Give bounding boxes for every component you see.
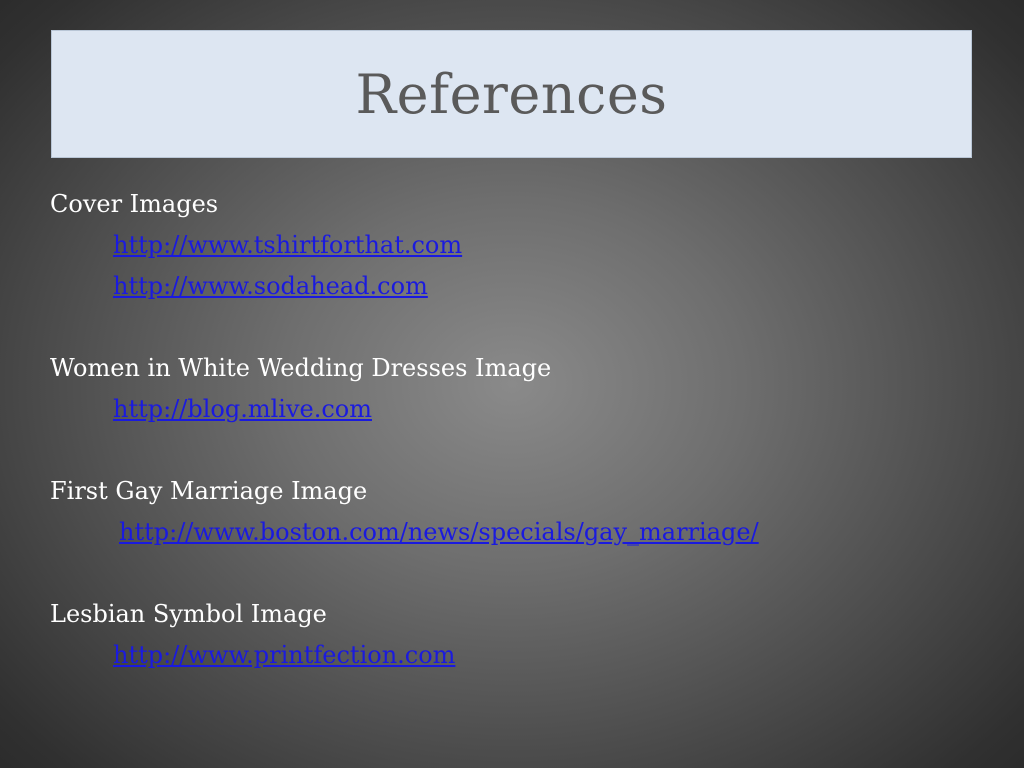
section-heading-gay-marriage: First Gay Marriage Image bbox=[50, 477, 368, 505]
link-sodahead[interactable]: http://www.sodahead.com bbox=[50, 272, 428, 300]
link-boston[interactable]: http://www.boston.com/news/specials/gay_… bbox=[50, 518, 759, 546]
section-heading-cover-images: Cover Images bbox=[50, 190, 219, 218]
title-box: References bbox=[51, 30, 972, 158]
link-mlive[interactable]: http://blog.mlive.com bbox=[50, 395, 372, 423]
section-heading-lesbian-symbol: Lesbian Symbol Image bbox=[50, 600, 327, 628]
link-printfection[interactable]: http://www.printfection.com bbox=[50, 641, 455, 669]
slide: References Cover Images http://www.tshir… bbox=[0, 0, 1024, 768]
slide-title: References bbox=[355, 62, 668, 126]
link-tshirtforthat[interactable]: http://www.tshirtforthat.com bbox=[50, 231, 462, 259]
section-heading-wedding-dresses: Women in White Wedding Dresses Image bbox=[50, 354, 552, 382]
references-list: Cover Images http://www.tshirtforthat.co… bbox=[50, 184, 980, 676]
